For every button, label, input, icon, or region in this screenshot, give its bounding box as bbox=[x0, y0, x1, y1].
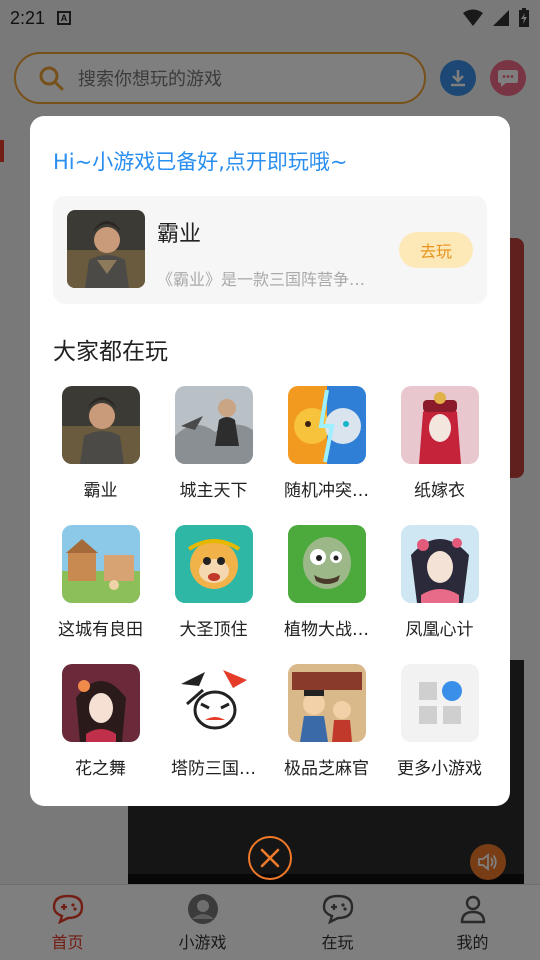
farm-town-icon bbox=[61, 525, 140, 603]
game-name: 城主天下 bbox=[179, 481, 248, 501]
game-name: 这城有良田 bbox=[58, 620, 143, 640]
game-item[interactable]: 霸业 bbox=[44, 386, 157, 501]
warlord-portrait-icon bbox=[61, 386, 140, 464]
game-item[interactable]: 花之舞 bbox=[44, 664, 157, 779]
game-name: 更多小游戏 bbox=[397, 759, 482, 779]
random-clash-icon bbox=[287, 386, 366, 464]
tower-defense-icon bbox=[174, 664, 253, 742]
sesame-official-icon bbox=[287, 664, 366, 742]
play-button[interactable]: 去玩 bbox=[399, 232, 473, 268]
game-name: 极品芝麻官 bbox=[284, 759, 369, 779]
warlord-portrait-icon bbox=[67, 210, 145, 288]
game-name: 霸业 bbox=[83, 481, 118, 501]
game-item[interactable]: 大圣顶住 bbox=[157, 525, 270, 640]
game-item[interactable]: 凤凰心计 bbox=[383, 525, 496, 640]
game-item[interactable]: 城主天下 bbox=[157, 386, 270, 501]
featured-game-card[interactable]: 霸业 《霸业》是一款三国阵营争… 去玩 bbox=[53, 196, 487, 304]
zombie-icon bbox=[287, 525, 366, 603]
game-name: 植物大战… bbox=[284, 620, 369, 640]
game-item[interactable]: 塔防三国… bbox=[157, 664, 270, 779]
popup-title: Hi~小游戏已备好,点开即玩哦~ bbox=[53, 150, 348, 174]
game-item[interactable]: 极品芝麻官 bbox=[270, 664, 383, 779]
monkey-king-icon bbox=[174, 525, 253, 603]
paper-bride-icon bbox=[400, 386, 479, 464]
popular-games-grid: 霸业 城主天下 随机冲突… 纸嫁衣 这城有良田 大圣顶住 植物大战… 凤凰心计 … bbox=[44, 386, 496, 779]
popular-section-title: 大家都在玩 bbox=[53, 339, 168, 365]
close-icon bbox=[260, 848, 280, 868]
game-name: 花之舞 bbox=[75, 759, 126, 779]
featured-game-name: 霸业 bbox=[157, 222, 202, 247]
game-name: 纸嫁衣 bbox=[414, 481, 465, 501]
game-name: 凤凰心计 bbox=[405, 620, 474, 640]
game-item[interactable]: 纸嫁衣 bbox=[383, 386, 496, 501]
close-popup-button[interactable] bbox=[248, 836, 292, 880]
game-name: 随机冲突… bbox=[284, 481, 369, 501]
more-games-item[interactable]: 更多小游戏 bbox=[383, 664, 496, 779]
phoenix-lady-icon bbox=[400, 525, 479, 603]
game-item[interactable]: 这城有良田 bbox=[44, 525, 157, 640]
city-lord-icon bbox=[174, 386, 253, 464]
flower-dance-icon bbox=[61, 664, 140, 742]
more-games-grid-icon bbox=[400, 664, 479, 742]
game-name: 塔防三国… bbox=[171, 759, 256, 779]
game-item[interactable]: 随机冲突… bbox=[270, 386, 383, 501]
game-name: 大圣顶住 bbox=[179, 620, 248, 640]
featured-game-description: 《霸业》是一款三国阵营争… bbox=[157, 270, 366, 289]
game-item[interactable]: 植物大战… bbox=[270, 525, 383, 640]
mini-game-popup: Hi~小游戏已备好,点开即玩哦~ 霸业 《霸业》是一款三国阵营争… 去玩 大家都… bbox=[30, 116, 510, 806]
